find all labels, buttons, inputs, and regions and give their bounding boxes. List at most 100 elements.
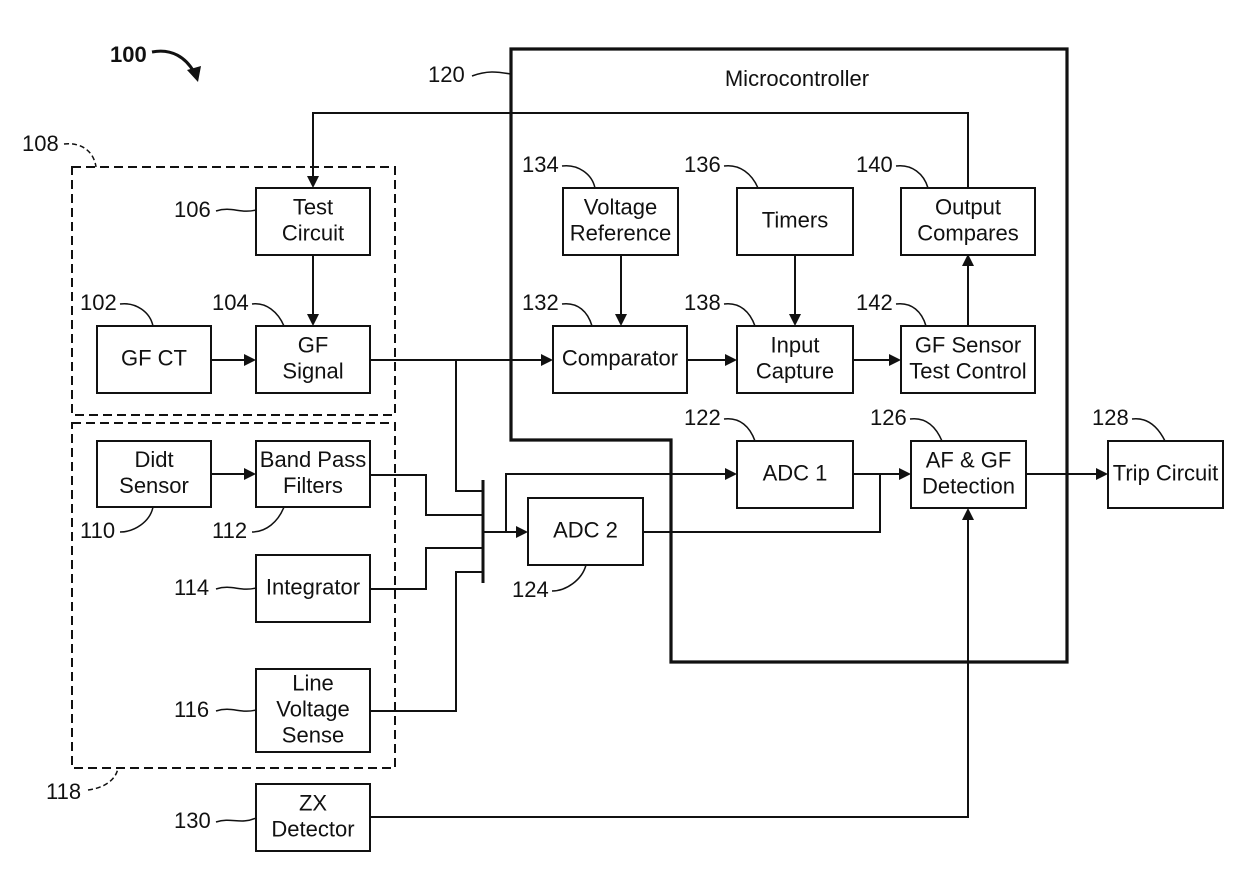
input-capture-label-line: Input [771,332,820,357]
ref-132: 132 [522,290,559,315]
arrowhead-icon [962,508,974,520]
block-integrator: Integrator 114 [174,554,371,623]
ref-120: 120 [428,62,465,87]
block-adc-2: ADC 2 124 [512,497,644,602]
block-output-compares: OutputCompares 140 [856,152,1036,256]
gf-sensor-test-control-label-line: GF Sensor [915,332,1021,357]
block-line-voltage-sense: LineVoltageSense 116 [174,668,371,753]
leader-130 [215,817,257,823]
ref-136: 136 [684,152,721,177]
blocks: TestCircuit106GF CT102GFSignal104DidtSen… [80,152,1224,852]
gf-sensor-test-control-label-line: Test Control [909,358,1026,383]
leader-110 [119,506,154,533]
leader-106 [215,208,257,212]
block-zx-detector: ZXDetector 130 [174,783,371,852]
arrowhead-icon [1096,468,1108,480]
zx-detector-label-line: Detector [271,816,354,841]
input-capture-label-line: Capture [756,358,834,383]
ref-102: 102 [80,290,117,315]
ref-106: 106 [174,197,211,222]
block-timers: Timers 136 [684,152,854,256]
wire-line-voltage-to-bus [370,571,483,712]
block-trip-circuit: Trip Circuit 128 [1092,405,1224,509]
ref-130: 130 [174,808,211,833]
arrowhead-icon [244,354,256,366]
leader-126 [909,418,943,442]
ref-138: 138 [684,290,721,315]
block-voltage-reference: VoltageReference 134 [522,152,679,256]
figure-ref-arrowhead-icon [187,66,201,82]
leader-118 [87,767,119,791]
line-voltage-sense-label-line: Sense [282,722,344,747]
didt-sensor-label-line: Didt [134,447,173,472]
leader-136 [723,165,759,189]
arrowhead-icon [725,468,737,480]
ref-110: 110 [80,518,115,543]
leader-114 [215,586,257,590]
leader-124 [551,564,587,592]
trip-circuit-label-line: Trip Circuit [1113,460,1219,485]
output-compares-label-line: Compares [917,220,1018,245]
arrowhead-icon [516,526,528,538]
test-circuit-label-line: Circuit [282,220,344,245]
voltage-reference-label-line: Voltage [584,194,657,219]
leader-120 [471,71,512,77]
arrowhead-icon [244,468,256,480]
arrowhead-icon [889,354,901,366]
band-pass-filters-label-line: Filters [283,473,343,498]
ref-126: 126 [870,405,907,430]
ref-104: 104 [212,290,249,315]
arrowhead-icon [541,354,553,366]
arrowhead-icon [725,354,737,366]
gf-signal-label-line: Signal [282,358,343,383]
block-af-gf-detection: AF & GFDetection 126 [870,405,1027,509]
leader-142 [895,303,927,327]
timers-label-line: Timers [762,207,828,232]
figure-ref-arrow-curve [151,49,196,73]
block-comparator: Comparator 132 [522,290,688,394]
gf-signal-label-line: GF [298,332,329,357]
block-band-pass-filters: Band PassFilters 112 [212,440,371,543]
line-voltage-sense-label-line: Line [292,670,334,695]
ref-124: 124 [512,577,549,602]
leader-132 [561,303,593,327]
block-input-capture: InputCapture 138 [684,290,854,394]
ref-118: 118 [46,779,81,804]
af-gf-detection-label-line: AF & GF [926,447,1012,472]
arrowhead-icon [899,468,911,480]
ref-140: 140 [856,152,893,177]
band-pass-filters-label-line: Band Pass [260,447,366,472]
wire-band-pass-to-bus [370,474,483,516]
block-adc-1: ADC 1 122 [684,405,854,509]
ref-128: 128 [1092,405,1129,430]
ref-112: 112 [212,518,247,543]
arrowhead-icon [615,314,627,326]
leader-140 [895,165,929,189]
block-gf-sensor-test-control: GF SensorTest Control 142 [856,290,1036,394]
arrowhead-icon [789,314,801,326]
leader-138 [723,303,756,327]
arrowhead-icon [307,176,319,188]
ref-114: 114 [174,575,209,600]
zx-detector-label-line: ZX [299,790,327,815]
voltage-reference-label-line: Reference [570,220,672,245]
ref-142: 142 [856,290,893,315]
block-gf-ct: GF CT 102 [80,290,212,394]
leader-122 [723,418,756,442]
leader-116 [215,708,257,712]
block-test-circuit: TestCircuit 106 [174,187,371,256]
wire-zx-to-detection [370,518,969,818]
block-diagram: 100 Microcontroller 120 108 118 TestCirc… [22,42,1224,852]
leader-108 [63,143,97,168]
figure-ref-100: 100 [110,42,201,82]
leader-128 [1131,418,1166,442]
output-compares-label-line: Output [935,194,1001,219]
block-gf-signal: GFSignal 104 [212,290,371,394]
ref-116: 116 [174,697,209,722]
comparator-label-line: Comparator [562,345,678,370]
ref-108: 108 [22,131,59,156]
figure-ref-label: 100 [110,42,147,67]
adc-1-label-line: ADC 1 [763,460,828,485]
leader-112 [251,506,285,533]
wire-gf-signal-to-bus [455,360,483,492]
